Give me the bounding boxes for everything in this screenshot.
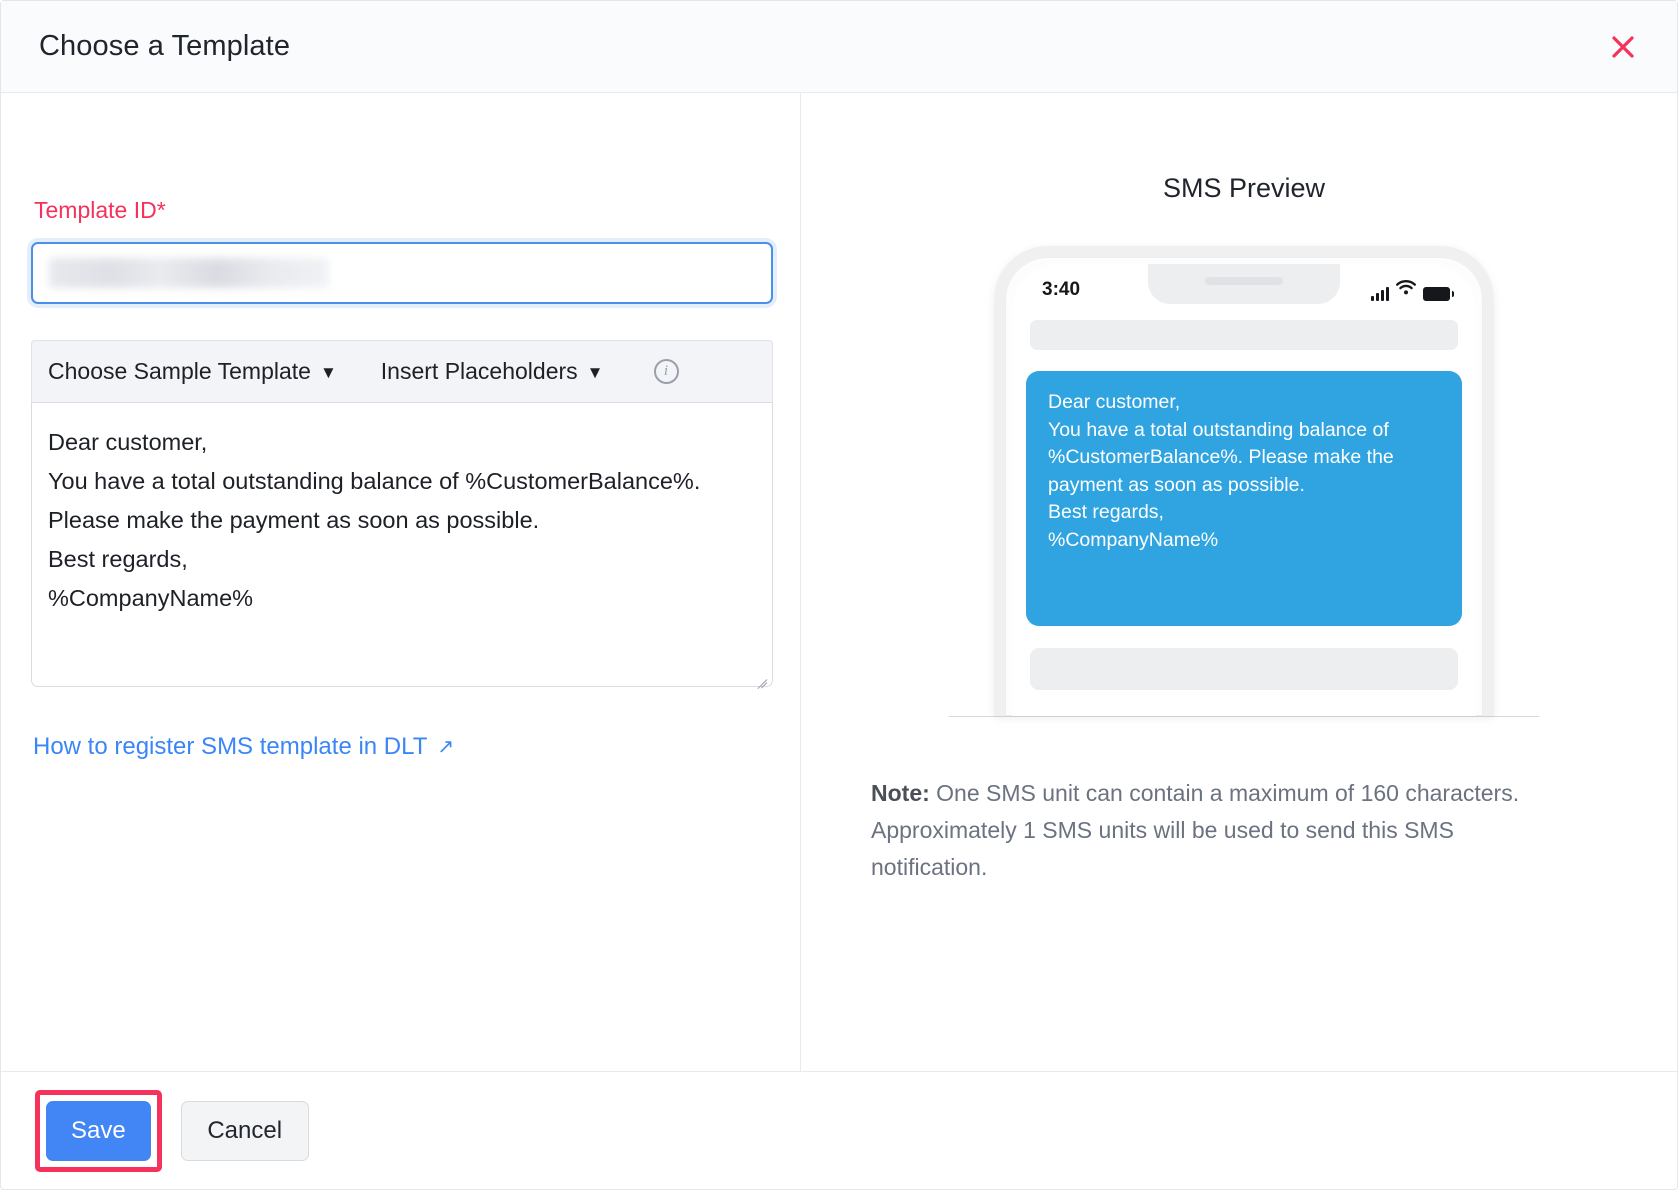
template-id-input[interactable] xyxy=(31,242,773,304)
page-title: Choose a Template xyxy=(39,30,291,62)
phone-frame: 3:40 Dear customer, You have a total out… xyxy=(994,246,1494,716)
save-button-highlight: Save xyxy=(35,1089,162,1172)
template-form-pane: Template ID* Choose Sample Template ▼ In… xyxy=(1,93,801,1071)
message-textarea[interactable]: Dear customer, You have a total outstand… xyxy=(31,402,773,687)
chat-placeholder-bar xyxy=(1030,320,1458,350)
external-link-icon: ↗ xyxy=(437,736,455,758)
cancel-button[interactable]: Cancel xyxy=(180,1100,309,1161)
dlt-help-link[interactable]: How to register SMS template in DLT ↗ xyxy=(33,733,454,761)
save-button[interactable]: Save xyxy=(46,1100,151,1161)
signal-bars-icon xyxy=(1371,286,1389,301)
phone-chat: Dear customer, You have a total outstand… xyxy=(1012,312,1476,716)
phone-status-bar: 3:40 xyxy=(1012,264,1476,308)
dlt-help-link-label: How to register SMS template in DLT xyxy=(33,733,428,760)
close-button[interactable] xyxy=(1603,27,1643,67)
status-time: 3:40 xyxy=(1042,279,1081,300)
note-text: One SMS unit can contain a maximum of 16… xyxy=(871,780,1520,880)
insert-placeholders-dropdown[interactable]: Insert Placeholders ▼ xyxy=(381,358,604,385)
sms-preview-pane: SMS Preview 3:40 Dear customer, You have… xyxy=(801,93,1677,1071)
sms-unit-note: Note: One SMS unit can contain a maximum… xyxy=(871,775,1521,886)
chevron-down-icon: ▼ xyxy=(586,363,604,382)
choose-template-dialog: Choose a Template Template ID* Choose Sa… xyxy=(0,0,1678,1190)
status-indicators xyxy=(1371,279,1454,301)
insert-placeholders-label: Insert Placeholders xyxy=(380,358,578,384)
chevron-down-icon: ▼ xyxy=(319,363,337,382)
close-icon xyxy=(1610,34,1636,60)
sms-bubble: Dear customer, You have a total outstand… xyxy=(1026,371,1462,626)
sms-preview-title: SMS Preview xyxy=(1162,173,1326,203)
wifi-icon xyxy=(1396,279,1416,301)
dialog-body: Template ID* Choose Sample Template ▼ In… xyxy=(1,93,1677,1071)
phone-mockup: 3:40 Dear customer, You have a total out… xyxy=(944,246,1544,717)
redacted-value xyxy=(49,258,329,288)
textarea-resize-handle[interactable] xyxy=(753,669,768,690)
dialog-footer: Save Cancel xyxy=(1,1071,1677,1189)
chat-input-bar xyxy=(1030,648,1458,690)
choose-sample-template-label: Choose Sample Template xyxy=(48,358,311,384)
choose-sample-template-dropdown[interactable]: Choose Sample Template ▼ xyxy=(48,358,337,385)
message-editor: Choose Sample Template ▼ Insert Placehol… xyxy=(31,340,773,690)
template-id-label: Template ID* xyxy=(34,197,166,223)
dialog-header: Choose a Template xyxy=(1,1,1677,93)
note-prefix: Note: xyxy=(871,780,930,806)
info-icon[interactable]: i xyxy=(653,359,679,384)
battery-icon xyxy=(1423,287,1454,301)
phone-screen: 3:40 Dear customer, You have a total out… xyxy=(1012,264,1476,716)
phone-base-shadow xyxy=(949,716,1539,717)
editor-toolbar: Choose Sample Template ▼ Insert Placehol… xyxy=(31,340,773,402)
